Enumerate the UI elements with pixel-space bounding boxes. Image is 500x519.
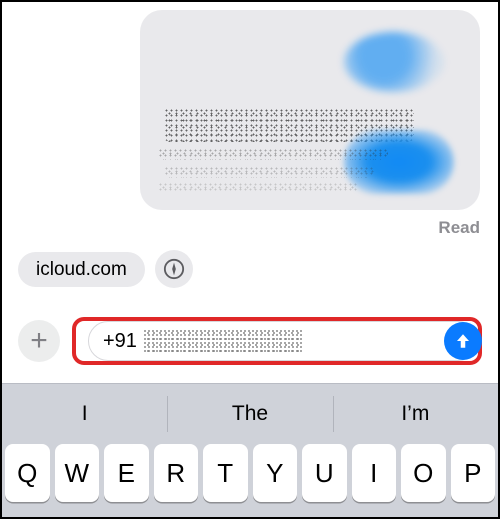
compose-row: + +91 <box>2 300 498 382</box>
compass-icon <box>163 258 185 280</box>
read-receipt: Read <box>438 218 480 238</box>
compose-highlight-box: +91 <box>72 317 482 365</box>
key-p[interactable]: P <box>451 444 496 502</box>
predictive-suggestion[interactable]: The <box>167 384 332 444</box>
predictive-text-bar: I The I’m <box>2 384 498 444</box>
predictive-suggestion[interactable]: I’m <box>333 384 498 444</box>
key-o[interactable]: O <box>401 444 446 502</box>
key-u[interactable]: U <box>302 444 347 502</box>
link-preview-row: icloud.com <box>18 250 193 288</box>
redacted-text-blur <box>158 182 358 192</box>
key-t[interactable]: T <box>203 444 248 502</box>
add-attachment-button[interactable]: + <box>18 320 60 362</box>
message-input[interactable]: +91 <box>88 321 478 361</box>
safari-compass-icon[interactable] <box>155 250 193 288</box>
key-i[interactable]: I <box>352 444 397 502</box>
key-w[interactable]: W <box>55 444 100 502</box>
predictive-suggestion[interactable]: I <box>2 384 167 444</box>
keyboard-row-1: Q W E R T Y U I O P <box>2 444 498 512</box>
redacted-text-blur <box>164 166 374 178</box>
key-q[interactable]: Q <box>5 444 50 502</box>
message-input-value: +91 <box>103 330 137 353</box>
received-message-bubble[interactable] <box>140 10 480 210</box>
arrow-up-icon <box>454 331 472 351</box>
key-r[interactable]: R <box>154 444 199 502</box>
redacted-button-blur <box>344 130 454 194</box>
key-y[interactable]: Y <box>253 444 298 502</box>
link-preview-pill[interactable]: icloud.com <box>18 252 145 287</box>
conversation-area: Read <box>2 2 498 250</box>
redacted-number-blur <box>143 329 303 353</box>
redacted-text-blur <box>158 148 388 160</box>
send-button[interactable] <box>444 322 482 360</box>
keyboard: I The I’m Q W E R T Y U I O P <box>2 383 498 517</box>
redacted-image-blur <box>344 32 444 92</box>
key-e[interactable]: E <box>104 444 149 502</box>
